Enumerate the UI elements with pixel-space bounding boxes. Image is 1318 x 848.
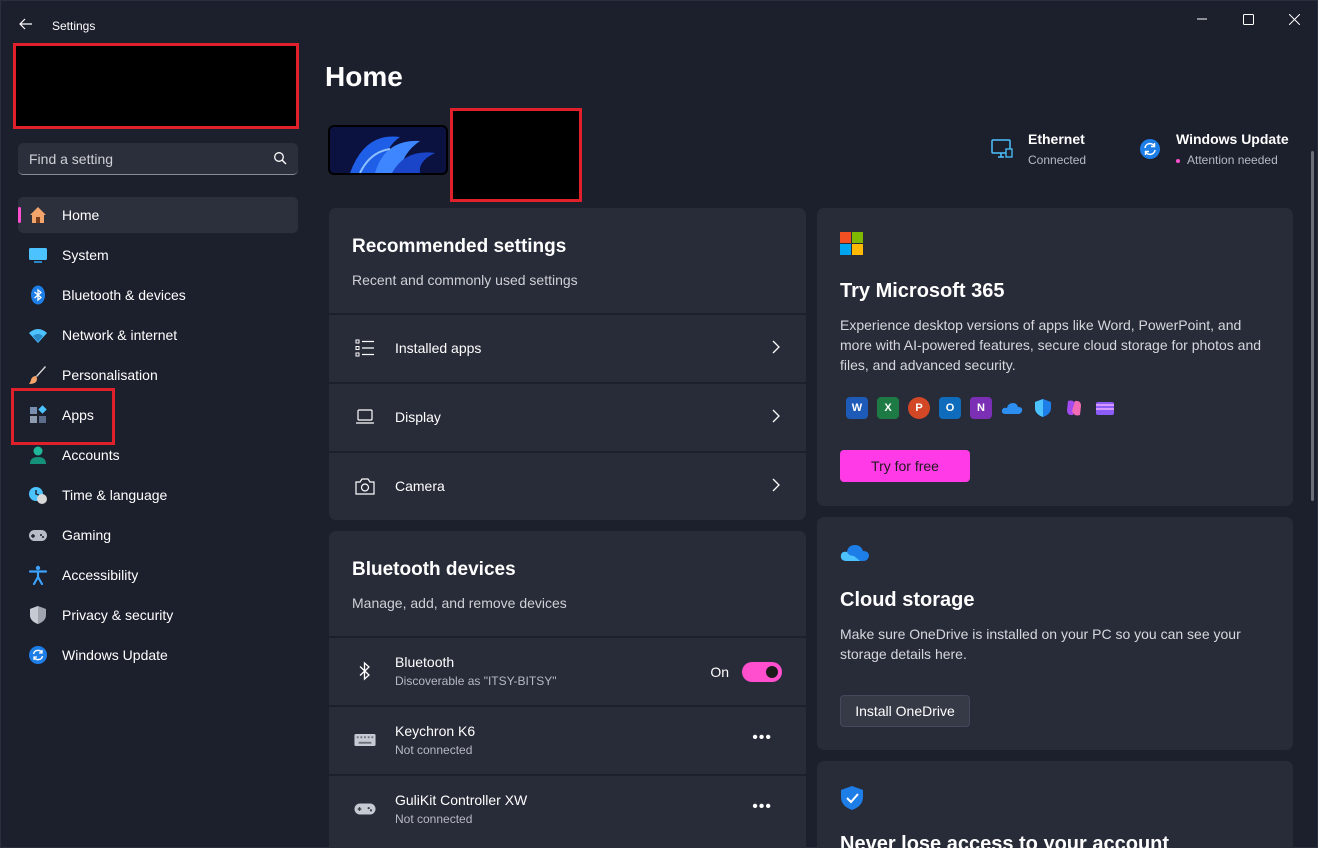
more-options-icon[interactable]: ••• [752, 729, 772, 747]
laptop-icon [354, 406, 376, 428]
page-title: Home [325, 61, 403, 92]
account-protection-card: Never lose access to your account [817, 761, 1293, 848]
clipchamp-icon [1094, 397, 1116, 419]
attention-dot [1176, 158, 1180, 163]
sidebar-item-home[interactable]: Home [18, 197, 298, 233]
search-input[interactable] [29, 150, 259, 167]
redacted-profile [13, 43, 299, 129]
copilot-icon [1063, 397, 1085, 419]
recommended-settings-card: Recommended settings Recent and commonly… [329, 208, 806, 520]
update-sync-icon [28, 645, 48, 665]
installed-apps-row[interactable]: Installed apps [329, 313, 806, 381]
minimize-icon [1197, 18, 1207, 20]
bluetooth-card-title: Bluetooth devices [352, 559, 516, 580]
search-icon[interactable] [273, 151, 287, 168]
ethernet-icon [990, 137, 1016, 163]
camera-icon [354, 475, 376, 497]
chevron-right-icon [772, 478, 780, 495]
bluetooth-icon [354, 660, 376, 682]
paintbrush-icon [28, 365, 48, 385]
powerpoint-icon: P [908, 397, 930, 419]
sidebar-item-privacy-security[interactable]: Privacy & security [18, 597, 298, 633]
accessibility-icon [28, 565, 48, 585]
app-title: Settings [52, 19, 96, 33]
gamepad-icon [28, 525, 48, 545]
cloud-storage-title: Cloud storage [840, 589, 975, 611]
account-card-title: Never lose access to your account [840, 833, 1170, 848]
windows-update-status[interactable]: Windows Update Attention needed [1138, 131, 1289, 167]
title-bar: Settings [1, 1, 1318, 41]
bluetooth-toggle[interactable] [742, 662, 782, 682]
sidebar-item-gaming[interactable]: Gaming [18, 517, 298, 553]
recommended-subtitle: Recent and commonly used settings [352, 272, 578, 288]
apps-highlight-box [11, 388, 115, 445]
shield-icon [28, 605, 48, 625]
settings-window: Settings Home System [0, 0, 1318, 848]
bluetooth-toggle-state: On [710, 664, 729, 680]
install-onedrive-button[interactable]: Install OneDrive [840, 695, 970, 727]
chevron-right-icon [772, 409, 780, 426]
minimize-button[interactable] [1179, 5, 1225, 33]
gamepad-icon [354, 798, 376, 820]
try-for-free-button[interactable]: Try for free [840, 450, 970, 482]
sidebar-item-system[interactable]: System [18, 237, 298, 273]
sidebar-item-windows-update[interactable]: Windows Update [18, 637, 298, 673]
maximize-button[interactable] [1225, 5, 1271, 33]
person-icon [28, 445, 48, 465]
device-row-gulikit[interactable]: GuliKit Controller XW Not connected ••• [329, 774, 806, 842]
keyboard-icon [354, 729, 376, 751]
excel-icon: X [877, 397, 899, 419]
back-button[interactable] [13, 11, 39, 37]
maximize-icon [1242, 13, 1254, 25]
outlook-icon: O [939, 397, 961, 419]
update-sync-icon [1138, 137, 1164, 163]
shield-check-icon [841, 786, 863, 810]
bluetooth-devices-card: Bluetooth devices Manage, add, and remov… [329, 531, 806, 848]
defender-icon [1032, 397, 1054, 419]
recommended-title: Recommended settings [352, 236, 567, 257]
sidebar-item-accessibility[interactable]: Accessibility [18, 557, 298, 593]
word-icon: W [846, 397, 868, 419]
monitor-icon [28, 245, 48, 265]
main-scrollbar[interactable] [1311, 151, 1314, 501]
home-icon [28, 205, 48, 225]
list-icon [354, 337, 376, 359]
cloud-storage-description: Make sure OneDrive is installed on your … [840, 626, 1241, 662]
onenote-icon: N [970, 397, 992, 419]
sidebar-item-time-language[interactable]: Time & language [18, 477, 298, 513]
close-button[interactable] [1271, 5, 1317, 33]
search-box[interactable] [18, 143, 298, 175]
display-row[interactable]: Display [329, 382, 806, 450]
microsoft-logo-icon [840, 232, 863, 255]
chevron-right-icon [772, 340, 780, 357]
more-options-icon[interactable]: ••• [752, 798, 772, 816]
m365-app-icons: W X P O N [846, 397, 1125, 419]
redacted-device-info [450, 108, 582, 202]
close-icon [1288, 13, 1300, 25]
bluetooth-card-subtitle: Manage, add, and remove devices [352, 595, 567, 611]
sidebar-item-bluetooth[interactable]: Bluetooth & devices [18, 277, 298, 313]
m365-description: Experience desktop versions of apps like… [840, 317, 1262, 373]
onedrive-icon [1001, 397, 1023, 419]
clock-globe-icon [28, 485, 48, 505]
bluetooth-icon [28, 285, 48, 305]
desktop-wallpaper-thumbnail[interactable] [328, 125, 448, 175]
camera-row[interactable]: Camera [329, 451, 806, 519]
sidebar-item-network[interactable]: Network & internet [18, 317, 298, 353]
bluetooth-toggle-row[interactable]: Bluetooth Discoverable as "ITSY-BITSY" O… [329, 636, 806, 704]
m365-title: Try Microsoft 365 [840, 280, 1005, 302]
cloud-icon [840, 545, 869, 561]
back-arrow-icon [19, 18, 32, 30]
device-row-keychron[interactable]: Keychron K6 Not connected ••• [329, 705, 806, 773]
wifi-icon [28, 325, 48, 345]
ethernet-status[interactable]: Ethernet Connected [990, 131, 1086, 167]
